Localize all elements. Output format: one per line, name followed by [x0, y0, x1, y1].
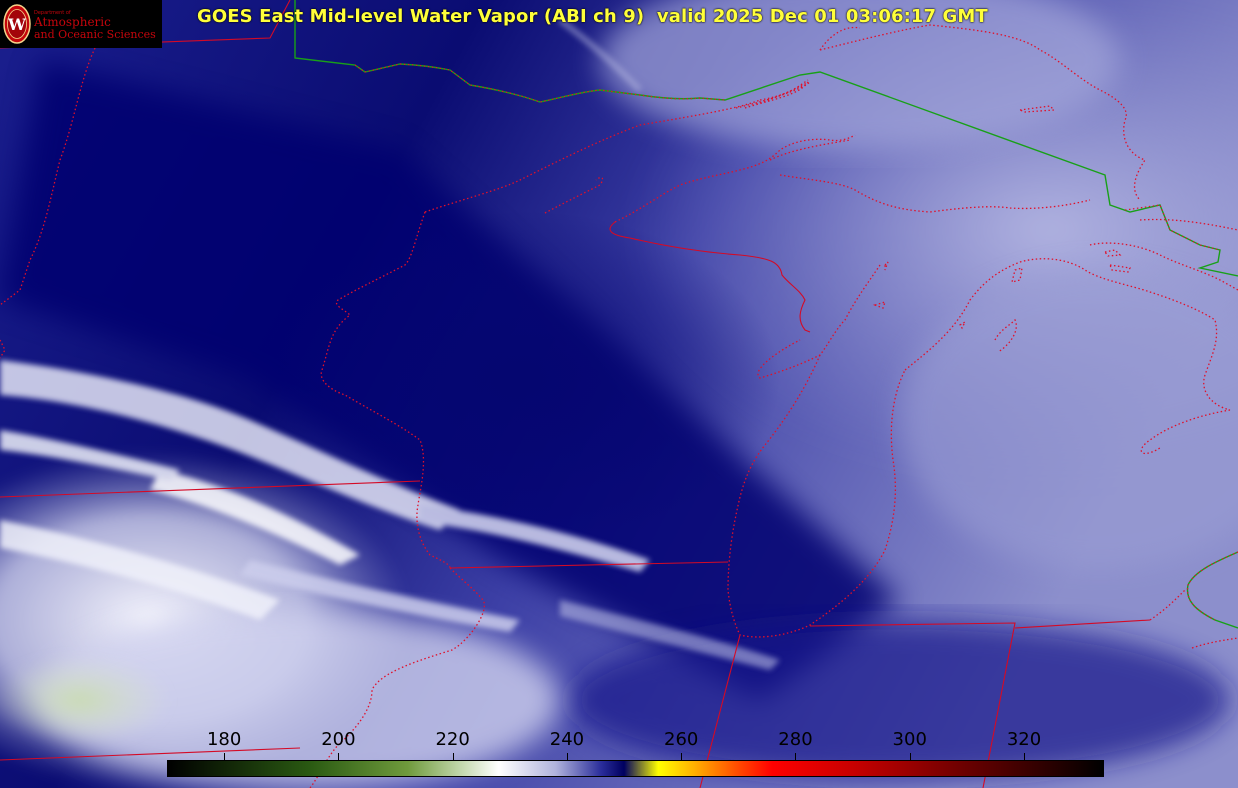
institution-logo: W Department of Atmospheric and Oceanic … — [0, 0, 162, 48]
logo-line2-text: and Oceanic Sciences — [34, 28, 156, 41]
logo-line1-text: Atmospheric — [34, 15, 111, 29]
logo-mark: W — [7, 15, 27, 34]
temperature-colorbar — [167, 760, 1104, 777]
water-vapor-map — [0, 0, 1238, 788]
uw-seal-icon: W — [3, 4, 31, 44]
vapor-field — [0, 0, 1238, 788]
image-title: GOES East Mid-level Water Vapor (ABI ch … — [197, 6, 988, 27]
satellite-viewer: W Department of Atmospheric and Oceanic … — [0, 0, 1238, 788]
